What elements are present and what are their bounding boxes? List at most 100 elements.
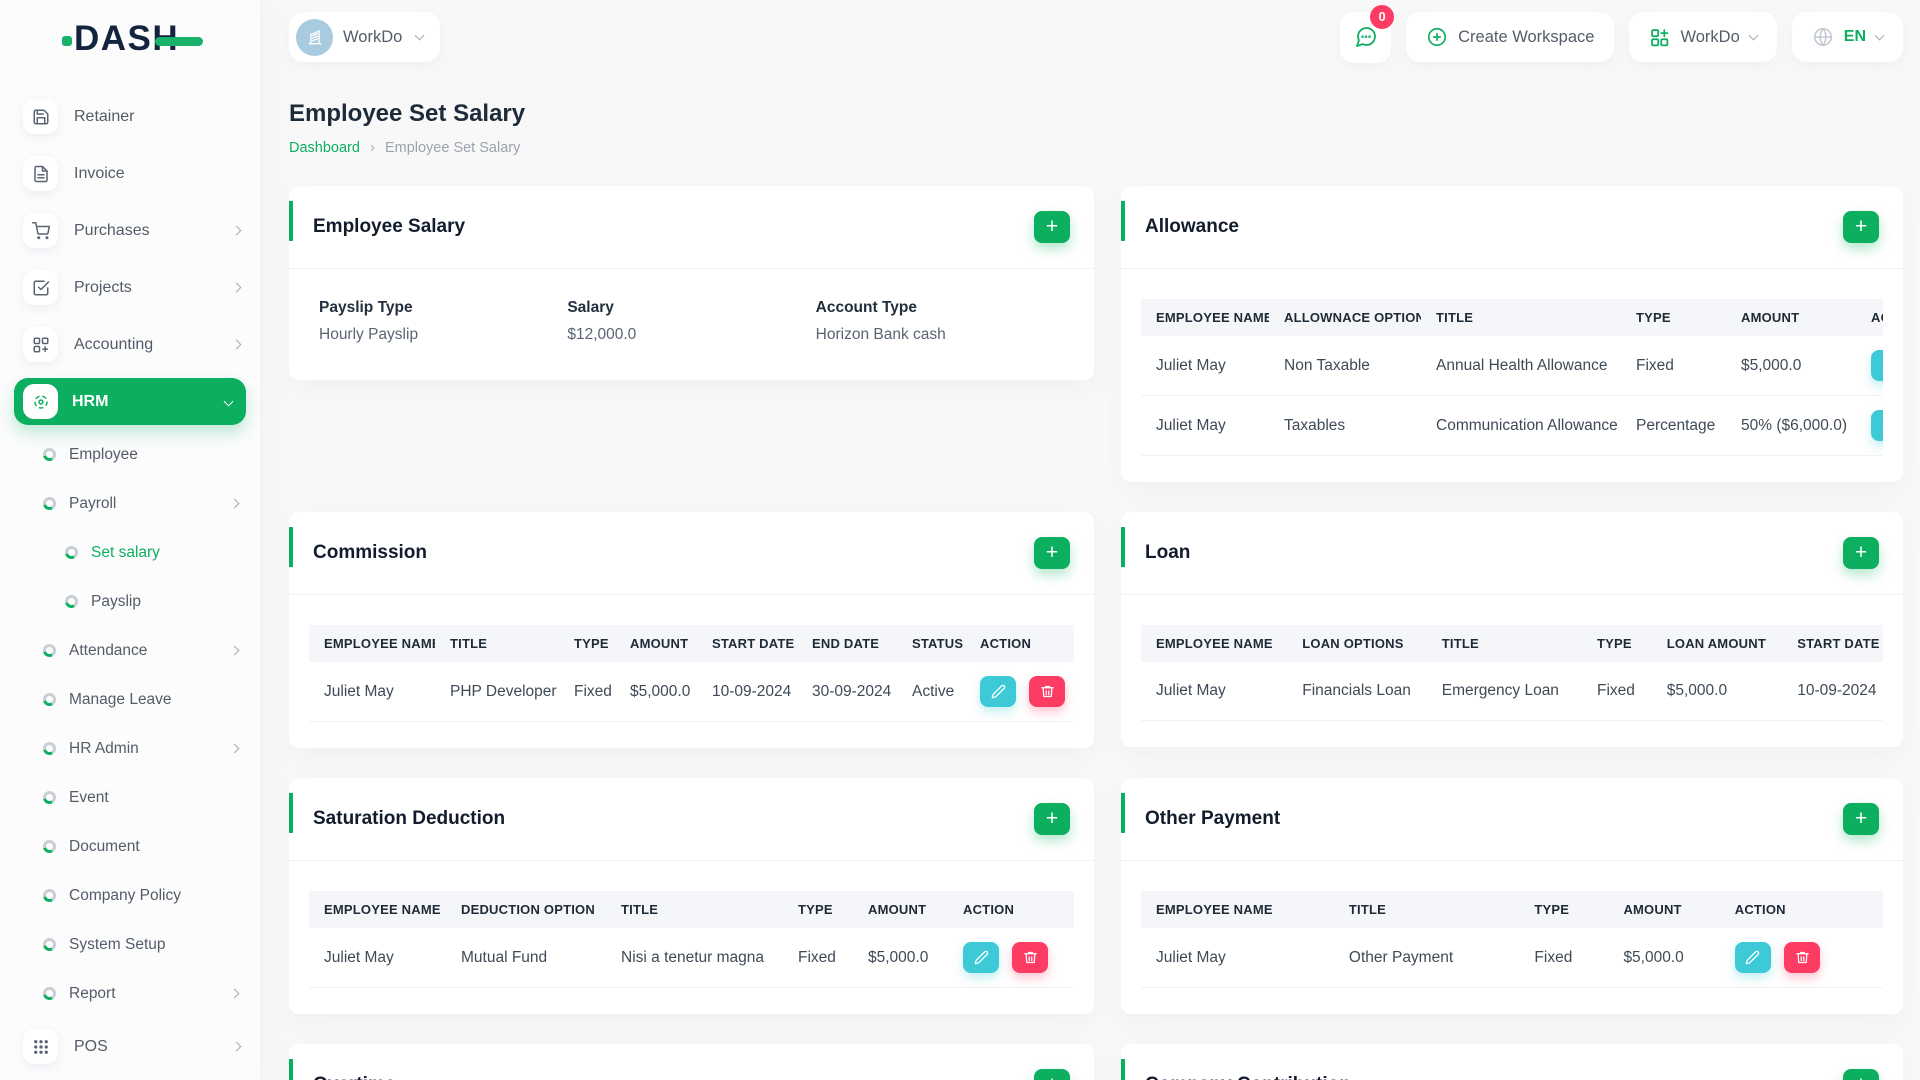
sidebar-item-payroll[interactable]: Payroll [0,479,260,528]
sidebar-item-projects[interactable]: Projects [0,259,260,316]
sidebar-item-report[interactable]: Report [0,969,260,1018]
create-workspace-button[interactable]: Create Workspace [1406,12,1615,62]
cell: Nisi a tenetur magna [606,928,783,988]
breadcrumb-home-link[interactable]: Dashboard [289,140,360,156]
sidebar-item-pos[interactable]: POS [0,1018,260,1075]
cell-actions [1856,336,1883,396]
card-title: Loan [1145,542,1191,563]
check-square-icon [23,270,58,305]
column-header: TYPE [559,625,615,662]
chevron-right-icon [231,225,242,236]
cell: Taxables [1269,395,1421,456]
cell: $5,000.0 [1608,928,1720,988]
bullet-icon [43,497,56,510]
cell: $5,000.0 [853,928,948,988]
retainer-icon [23,99,58,134]
trash-icon [1024,951,1037,964]
cell: Juliet May [1141,662,1288,721]
cell: $5,000.0 [1726,336,1856,396]
sidebar-item-company-policy[interactable]: Company Policy [0,871,260,920]
language-selector[interactable]: EN [1791,12,1903,62]
column-header: EMPLOYEE NAME [1141,891,1334,928]
add-saturation-deduction-button[interactable]: + [1034,803,1070,835]
cell: 50% ($6,000.0) [1726,395,1856,456]
sidebar-item-purchases[interactable]: Purchases [0,202,260,259]
field-account-type: Account Type Horizon Bank cash [816,299,1064,344]
cell: Financials Loan [1287,662,1427,721]
card-title: Saturation Deduction [313,808,506,829]
column-header: TITLE [1333,891,1520,928]
edit-button[interactable] [1871,410,1883,441]
sidebar-item-document[interactable]: Document [0,822,260,871]
column-header: AMOUNT [1726,299,1856,336]
sidebar-item-accounting[interactable]: Accounting [0,316,260,373]
bullet-icon [43,987,56,1000]
plus-circle-icon [1428,27,1447,47]
edit-button[interactable] [980,676,1016,707]
plus-icon: + [1046,1074,1058,1080]
chevron-down-icon [223,396,234,407]
sidebar-item-invoice[interactable]: Invoice [0,145,260,202]
app-switcher-button[interactable]: WorkDo [1629,12,1777,62]
field-label: Payslip Type [319,299,413,316]
sidebar-item-label: Payslip [91,592,141,610]
cell: Fixed [559,662,615,722]
sidebar-item-manage-leave[interactable]: Manage Leave [0,675,260,724]
field-salary: Salary $12,000.0 [567,299,815,344]
topbar-actions: 0 Create Workspace WorkDo EN [1340,4,1903,63]
breadcrumb: Dashboard › Employee Set Salary [289,139,1920,156]
field-label: Salary [567,299,614,316]
brand-logo[interactable]: DASH [0,6,260,72]
chevron-down-icon [414,30,425,40]
add-loan-button[interactable]: + [1843,537,1879,569]
messages-button[interactable]: 0 [1340,4,1395,63]
sidebar-item-hrm[interactable]: HRM [14,378,246,425]
globe-icon [1813,27,1832,47]
cell: Percentage [1621,395,1726,456]
edit-button[interactable] [1734,942,1771,973]
bullet-icon [43,889,56,902]
column-header: LOAN OPTIONS [1287,625,1427,662]
breadcrumb-separator: › [369,139,375,156]
cell: Juliet May [1141,395,1269,456]
employee-salary-fields: Payslip Type Hourly Payslip Salary $12,0… [289,269,1094,380]
sidebar-item-set-salary[interactable]: Set salary [0,528,260,577]
add-allowance-button[interactable]: + [1843,211,1879,243]
plus-icon: + [1045,540,1059,564]
pos-icon [23,1029,58,1064]
delete-button[interactable] [1029,676,1066,707]
column-header: END DATE [797,625,897,662]
workspace-selector[interactable]: WorkDo [289,12,441,62]
column-header: ACTION [948,891,1074,928]
bullet-icon [65,546,78,559]
delete-button[interactable] [1012,942,1049,973]
sidebar-item-system-setup[interactable]: System Setup [0,920,260,969]
cell: Juliet May [1141,336,1269,396]
edit-button[interactable] [963,942,999,973]
cell: Non Taxable [1269,336,1421,396]
commission-card: Commission + EMPLOYEE NAME TITLE TYPE AM… [289,512,1094,748]
cell: Mutual Fund [446,928,606,988]
add-other-payment-button[interactable]: + [1843,803,1879,835]
sidebar-item-hr-admin[interactable]: HR Admin [0,724,260,773]
add-company-contribution-button[interactable]: + [1843,1069,1879,1080]
create-workspace-label: Create Workspace [1458,27,1595,46]
sidebar-item-employee[interactable]: Employee [0,430,260,479]
add-commission-button[interactable]: + [1034,537,1070,569]
edit-button[interactable] [1871,350,1883,381]
sidebar-item-crm[interactable]: CRM [0,1075,260,1080]
cell: Fixed [1582,662,1652,721]
cell: $5,000.0 [1651,662,1783,721]
field-value: Hourly Payslip [319,326,419,343]
sidebar-item-event[interactable]: Event [0,773,260,822]
chat-icon [1355,27,1376,47]
sidebar-item-retainer[interactable]: Retainer [0,88,260,145]
delete-button[interactable] [1784,942,1821,973]
cell: 10-09-2024 [697,662,797,722]
edit-employee-salary-button[interactable]: + [1034,211,1070,243]
sidebar-item-payslip[interactable]: Payslip [0,577,260,626]
card-header: Loan + [1121,512,1903,594]
add-overtime-button[interactable]: + [1034,1069,1070,1080]
sidebar-item-attendance[interactable]: Attendance [0,626,260,675]
sidebar-item-label: Purchases [74,221,150,239]
